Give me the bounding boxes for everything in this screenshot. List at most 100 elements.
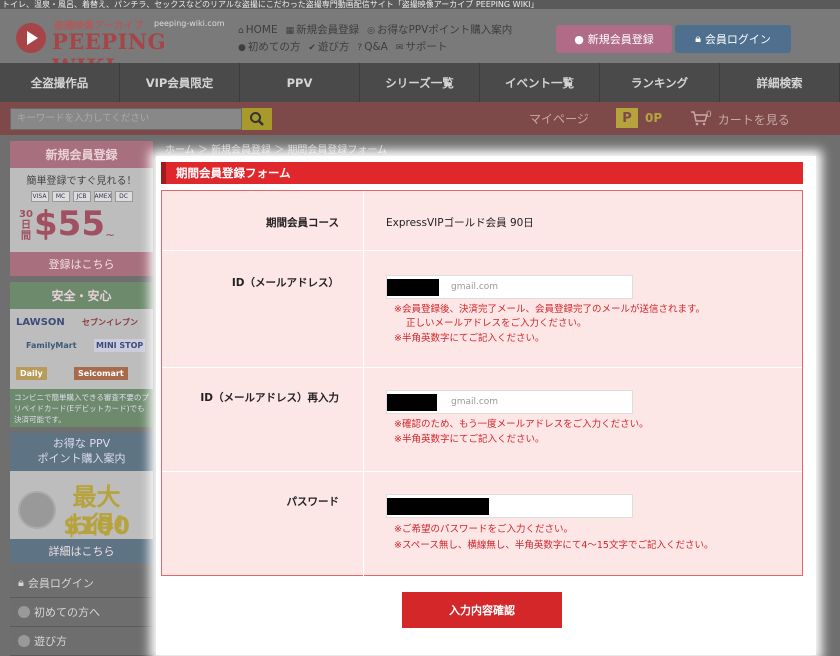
ppv-banner-title: お得な PPV ポイント購入案内: [10, 433, 153, 471]
redacted-text: [387, 279, 439, 296]
password-row: パスワード ※ご希望のパスワードをご入力ください。 ※スペース無し、横線無し、半…: [162, 472, 802, 576]
mypage-link[interactable]: マイページ: [529, 110, 589, 127]
register-here-link[interactable]: 登録はこちら: [10, 252, 153, 276]
jcb-icon: JCB: [72, 191, 91, 202]
top-links: ⌂ HOME ▦ 新規会員登録 ◎ お得なPPVポイント購入案内 ● 初めての方 ✔ 遊び…: [238, 21, 548, 55]
cart-label: カートを見る: [717, 113, 790, 127]
course-row: 期間会員コース ExpressVIPゴールド会員 90日: [162, 191, 802, 251]
sidebar: 新規会員登録 簡単登録ですぐ見れる！ VISA MC JCB AMEX DC 3…: [10, 141, 153, 656]
form-title: 期間会員登録フォーム: [161, 162, 803, 184]
nav-advanced-search[interactable]: 詳細検索: [720, 63, 840, 102]
search-icon: [250, 112, 264, 126]
course-label: 期間会員コース: [162, 191, 364, 250]
registration-panel: 期間会員登録フォーム 期間会員コース ExpressVIPゴールド会員 90日 …: [156, 156, 816, 655]
ppv-deal-text: お得!: [66, 511, 125, 539]
register-banner-title: 新規会員登録: [10, 141, 153, 168]
header: 盗撮映像アーカイブ peeping-wiki.com PEEPING WIKI …: [0, 9, 840, 79]
search-input[interactable]: キーワードを入力してください: [10, 108, 242, 130]
seven-eleven-logo: セブンイレブン: [82, 318, 138, 327]
info-icon: [18, 606, 30, 618]
registration-form: 期間会員コース ExpressVIPゴールド会員 90日 ID（メールアドレス）…: [161, 190, 803, 576]
ppv-banner-body: 最大$100 お得!: [10, 471, 153, 540]
sidebar-item-beginner[interactable]: 初めての方へ: [10, 598, 153, 627]
safe-banner[interactable]: 安全・安心 LAWSON セブンイレブン FamilyMart MINI STO…: [10, 282, 153, 427]
seicomart-logo: Seicomart: [74, 367, 128, 380]
daily-logo: Daily: [16, 367, 47, 380]
play-logo-icon: [16, 23, 46, 53]
lock-icon: 🔒︎: [695, 32, 701, 45]
ppv-guide-link[interactable]: ◎ お得なPPVポイント購入案内: [367, 22, 512, 37]
login-button[interactable]: 🔒︎ 会員ログイン: [675, 25, 791, 53]
email-confirm-note-2: ※半角英数字にてご記入ください。: [394, 434, 545, 445]
faq-link[interactable]: ? Q&A: [357, 41, 387, 53]
beginner-link[interactable]: ● 初めての方: [238, 39, 300, 54]
email-field[interactable]: gmail.com: [386, 275, 633, 299]
nav-series[interactable]: シリーズ一覧: [360, 63, 480, 102]
lock-icon: 🔒︎: [18, 576, 24, 589]
breadcrumb: ホーム ＞ 新規会員登録 ＞ 期間会員登録フォーム: [165, 145, 388, 156]
price-badge: 30 日間 $55 ~: [18, 206, 115, 242]
site-tagline: トイレ、温泉・風呂、着替え、パンチラ、セックスなどのリアルな盗撮にこだわった盗撮…: [0, 0, 840, 9]
register-banner-line: 簡単登録ですぐ見れる！: [26, 176, 137, 187]
email-confirm-field[interactable]: gmail.com: [386, 390, 633, 414]
sidebar-menu: 🔒︎ 会員ログイン 初めての方へ 遊び方: [10, 569, 153, 656]
info-icon: ●: [238, 43, 246, 53]
nav-events[interactable]: イベント一覧: [480, 63, 600, 102]
confirm-button[interactable]: 入力内容確認: [402, 592, 562, 628]
sidebar-item-howto[interactable]: 遊び方: [10, 627, 153, 656]
dot-icon: ●: [574, 32, 584, 46]
safe-note: コンビニで簡単購入できる審査不要のプリペイドカード(Eデビットカード)でも決済可…: [10, 389, 153, 427]
howto-link[interactable]: ✔ 遊び方: [308, 39, 349, 54]
cart-link[interactable]: 0 カートを見る: [690, 109, 790, 130]
points-value: 0P: [645, 111, 663, 125]
email-note-1: ※会員登録後、決済完了メール、会員登録完了のメールが送信されます。: [394, 304, 706, 315]
points-display[interactable]: P 0P: [616, 108, 662, 128]
sidebar-item-login[interactable]: 🔒︎ 会員ログイン: [10, 569, 153, 598]
home-icon: ⌂: [238, 25, 244, 36]
course-value: ExpressVIPゴールド会員 90日: [386, 217, 534, 229]
password-field[interactable]: [386, 494, 633, 518]
safe-banner-title: 安全・安心: [10, 282, 153, 309]
password-label: パスワード: [162, 472, 364, 576]
days-label: 30 日間: [19, 209, 33, 242]
store-logos: LAWSON セブンイレブン FamilyMart MINI STOP Dail…: [10, 309, 153, 389]
card-logos: VISA MC JCB AMEX DC: [10, 191, 153, 202]
register-banner[interactable]: 新規会員登録 簡単登録ですぐ見れる！ VISA MC JCB AMEX DC 3…: [10, 141, 153, 276]
mail-icon: ✉: [395, 43, 404, 53]
diners-icon: DC: [114, 191, 133, 202]
visa-icon: VISA: [30, 191, 49, 202]
nav-all-works[interactable]: 全盗撮作品: [0, 63, 120, 102]
ppv-details-link[interactable]: 詳細はこちら: [10, 539, 153, 563]
email-row: ID（メールアドレス） gmail.com ※会員登録後、決済完了メール、会員登…: [162, 251, 802, 368]
cart-count: 0: [706, 109, 712, 120]
email-confirm-label: ID（メールアドレス）再入力: [162, 368, 364, 471]
price-value: $55: [34, 204, 105, 244]
coin-icon: ◎: [367, 26, 375, 36]
nav-ranking[interactable]: ランキング: [600, 63, 720, 102]
email-note-2: 正しいメールアドレスをご入力ください。: [406, 318, 587, 329]
register-button[interactable]: ● 新規会員登録: [556, 25, 672, 53]
home-link[interactable]: ⌂ HOME: [238, 24, 278, 36]
nav-ppv[interactable]: PPV: [240, 63, 360, 102]
email-label: ID（メールアドレス）: [162, 251, 364, 367]
support-link[interactable]: ✉ サポート: [396, 39, 448, 54]
ppv-banner[interactable]: お得な PPV ポイント購入案内 最大$100 お得! 詳細はこちら: [10, 433, 153, 563]
play-icon: [18, 635, 30, 647]
familymart-logo: FamilyMart: [26, 341, 77, 350]
site-logo[interactable]: 盗撮映像アーカイブ peeping-wiki.com PEEPING WIKI: [16, 13, 226, 79]
password-note-1: ※ご希望のパスワードをご入力ください。: [394, 524, 573, 535]
search-button[interactable]: [242, 108, 272, 130]
mastercard-icon: MC: [51, 191, 70, 202]
question-icon: ?: [357, 42, 363, 53]
list-icon: ▦: [285, 26, 295, 36]
price-suffix: ~: [104, 228, 116, 242]
check-icon: ✔: [308, 43, 316, 53]
password-note-2: ※スペース無し、横線無し、半角英数字にて4～15文字でご記入ください。: [394, 540, 714, 551]
register-link[interactable]: ▦ 新規会員登録: [286, 22, 360, 37]
points-icon: P: [616, 108, 638, 128]
register-banner-body: 簡単登録ですぐ見れる！ VISA MC JCB AMEX DC 30 日間 $55…: [10, 168, 153, 252]
main-nav: 全盗撮作品 VIP会員限定 PPV シリーズ一覧 イベント一覧 ランキング 詳細…: [0, 63, 840, 102]
nav-vip[interactable]: VIP会員限定: [120, 63, 240, 102]
email-confirm-row: ID（メールアドレス）再入力 gmail.com ※確認のため、もう一度メールア…: [162, 368, 802, 472]
logo-url: peeping-wiki.com: [154, 19, 225, 28]
